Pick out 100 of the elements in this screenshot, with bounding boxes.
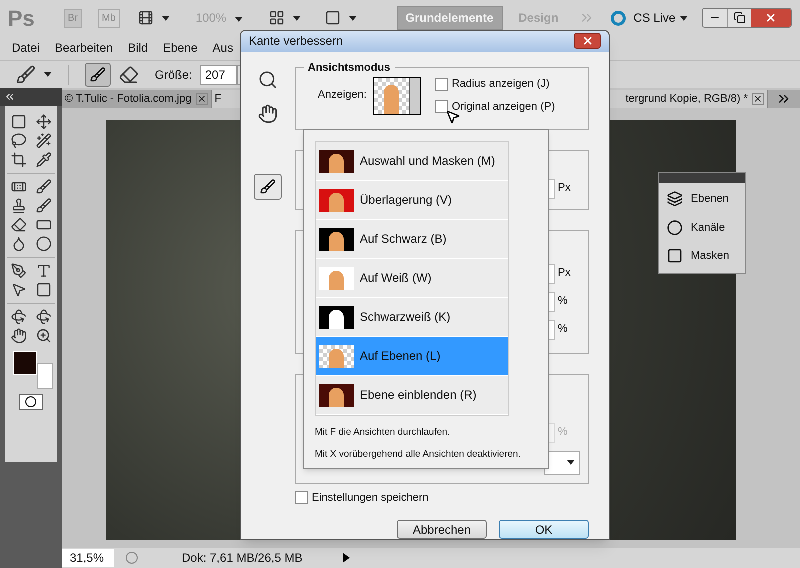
tab-title: © T.Tulic - Fotolia.com.jpg xyxy=(65,92,192,107)
menu-item[interactable]: Datei xyxy=(12,39,40,57)
foreground-color-swatch[interactable] xyxy=(13,351,37,375)
search-icon[interactable] xyxy=(258,70,278,90)
app-logo: Ps xyxy=(8,4,36,32)
restore-button[interactable] xyxy=(727,9,751,27)
unit-label: % xyxy=(558,322,569,338)
menu-item[interactable]: Ebene xyxy=(163,39,198,57)
brush-icon xyxy=(90,66,106,82)
unit-label: Px xyxy=(558,181,572,196)
menu-item-label: Auswahl und Masken (M) xyxy=(360,153,496,170)
photo-thumbnail xyxy=(319,266,354,290)
menu-item-label: Auf Weiß (W) xyxy=(360,270,432,287)
refine-brush-button[interactable] xyxy=(85,62,111,86)
photo-thumbnail xyxy=(319,344,354,368)
close-tab-icon[interactable] xyxy=(752,93,764,105)
rectangle-icon[interactable] xyxy=(36,282,52,298)
menu-item-label: Auf Schwarz (B) xyxy=(360,231,447,248)
unit-label: % xyxy=(558,294,569,310)
photo-thumbnail xyxy=(319,150,354,172)
crop-icon[interactable] xyxy=(10,152,26,168)
masks-icon xyxy=(667,248,683,264)
menu-item-label: Auf Ebenen (L) xyxy=(360,348,441,365)
hand-icon[interactable] xyxy=(258,104,278,124)
refine-brush-button[interactable] xyxy=(254,174,282,200)
panel-button[interactable]: Kanäle xyxy=(667,220,737,236)
background-color-swatch[interactable] xyxy=(37,363,53,389)
pen-icon[interactable] xyxy=(10,263,26,279)
droplet-icon[interactable] xyxy=(10,236,26,252)
caret-icon xyxy=(680,16,688,20)
view-menu-item[interactable]: Auf Ebenen (L) xyxy=(316,337,508,376)
view-menu-item[interactable]: Auf Schwarz (B) xyxy=(316,220,508,259)
checkbox[interactable] xyxy=(295,491,308,504)
eyedropper-icon[interactable] xyxy=(36,152,52,168)
size-field[interactable]: 207 xyxy=(200,64,238,84)
caret-icon xyxy=(162,16,170,20)
close-tab-icon[interactable] xyxy=(196,93,208,105)
move-icon[interactable] xyxy=(36,114,52,130)
menu-item-label: Schwarzweiß (K) xyxy=(360,309,451,326)
hand-icon[interactable] xyxy=(10,328,26,344)
checkbox-label: Einstellungen speichern xyxy=(312,490,429,506)
photo-thumbnail xyxy=(319,306,354,328)
view-menu-item[interactable]: Schwarzweiß (K) xyxy=(316,298,508,337)
brush-icon xyxy=(260,178,276,194)
caret-icon xyxy=(567,460,575,465)
view-select[interactable] xyxy=(372,76,421,114)
caret-icon xyxy=(44,72,52,77)
dialog-button[interactable]: Abbrechen xyxy=(397,520,487,539)
checkbox[interactable] xyxy=(434,100,448,114)
checkbox-label: Original anzeigen (P) xyxy=(452,100,556,114)
cs-live-icon xyxy=(610,10,626,26)
brush-icon[interactable] xyxy=(36,179,52,195)
view-menu-item[interactable]: Überlagerung (V) xyxy=(316,181,508,220)
marquee-icon[interactable] xyxy=(10,114,26,130)
view-menu-item[interactable]: Auswahl und Masken (M) xyxy=(316,142,508,181)
tab-title: tergrund Kopie, RGB/8) * xyxy=(626,92,748,107)
dialog-button[interactable]: OK xyxy=(499,520,589,539)
close-button[interactable] xyxy=(751,9,791,27)
caret-icon xyxy=(234,17,243,22)
panel-button[interactable]: Masken xyxy=(667,248,737,264)
collapse-icon[interactable] xyxy=(4,91,16,103)
rotate-3d-icon[interactable] xyxy=(10,309,26,325)
document-tab[interactable]: © T.Tulic - Fotolia.com.jpg xyxy=(62,90,212,108)
eraser-icon[interactable] xyxy=(10,217,26,233)
caret-icon xyxy=(292,16,301,20)
caret-icon xyxy=(348,16,357,20)
checkbox[interactable] xyxy=(434,78,448,91)
dialog-close-button[interactable] xyxy=(574,33,601,50)
group-title: Ansichtsmodus xyxy=(307,60,392,76)
view-menu-item[interactable]: Auf Weiß (W) xyxy=(316,259,508,298)
type-icon[interactable] xyxy=(36,263,52,279)
refine-brush-icon[interactable] xyxy=(16,64,36,84)
channels-icon xyxy=(667,220,683,236)
pointer-icon[interactable] xyxy=(10,282,26,298)
show-label: Anzeigen: xyxy=(318,88,367,104)
photo-thumbnail xyxy=(319,188,354,212)
screen-mode-icon xyxy=(324,10,341,26)
menu-item[interactable]: Aus xyxy=(212,39,234,57)
zoom-field[interactable]: 31,5% xyxy=(62,549,114,567)
zoom-icon[interactable] xyxy=(36,328,52,344)
panel-button[interactable]: Ebenen xyxy=(667,191,737,208)
quick-mask-button[interactable] xyxy=(19,394,43,410)
size-label: Größe: xyxy=(155,66,192,84)
document-size: Dok: 7,61 MB/26,5 MB xyxy=(182,550,303,567)
close-icon xyxy=(582,35,594,48)
eraser-brush-icon[interactable] xyxy=(119,64,139,84)
menu-item-label: Ebene einblenden (R) xyxy=(360,387,477,404)
menu-item[interactable]: Bearbeiten xyxy=(55,39,114,57)
menu-item[interactable]: Bild xyxy=(128,39,148,57)
circle-icon xyxy=(25,396,37,408)
restore-icon xyxy=(734,12,746,24)
unit-label: % xyxy=(558,425,569,440)
hint-text: Mit X vorübergehend alle Ansichten deaktivieren. xyxy=(315,448,521,462)
view-menu-item[interactable]: Ebene einblenden (R) xyxy=(316,376,508,415)
cs-live-button[interactable]: CS Live xyxy=(634,9,676,27)
lasso-icon[interactable] xyxy=(10,133,26,149)
photo-thumbnail xyxy=(374,78,409,114)
close-icon xyxy=(765,12,777,24)
stamp-icon[interactable] xyxy=(10,198,26,214)
status-arrow-icon[interactable] xyxy=(342,553,350,563)
